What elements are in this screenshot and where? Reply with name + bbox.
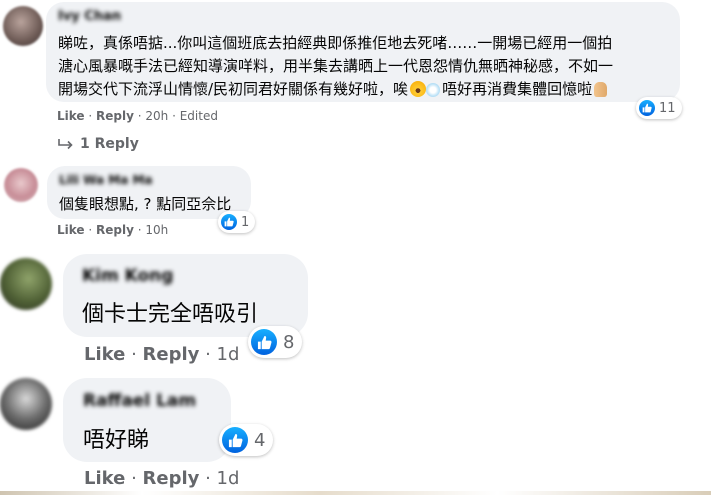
comment-text-segment: 開場交代下流浮山情懷/民初同君好關係有幾好啦，唉: [58, 80, 409, 98]
comment-text-line: 個卡士完全唔吸引: [82, 302, 259, 327]
like-thumb-icon: [222, 427, 248, 453]
view-replies-link[interactable]: 1 Reply: [58, 136, 139, 152]
reaction-number: 1: [241, 214, 250, 230]
comment-actions: Like · Reply · 1d: [84, 344, 240, 365]
timestamp[interactable]: 10h: [145, 223, 168, 237]
comment-bubble: Lili Wa Ma Ma 個隻眼想點, ? 點同亞佘比: [47, 166, 251, 219]
comment-author[interactable]: Ivy Chan: [58, 9, 121, 24]
avatar[interactable]: [0, 378, 52, 430]
comment-text-line: 個隻眼想點, ? 點同亞佘比: [59, 195, 232, 213]
avatar[interactable]: [3, 6, 43, 46]
like-link[interactable]: Like: [84, 344, 125, 365]
comment-text-line: 溏心風暴嘅手法已經知導演咩料，用半集去講晒上一代恩怨情仇無晒神秘感，不如一: [58, 57, 614, 75]
reply-link[interactable]: Reply: [96, 223, 134, 237]
comment-text-line: 唔好睇: [83, 428, 150, 453]
like-link[interactable]: Like: [57, 223, 85, 237]
timestamp[interactable]: 1d: [217, 344, 240, 365]
comment-actions: Like · Reply · 1d: [84, 468, 240, 489]
comment-text-segment: 唔好再消費集體回憶啦: [442, 80, 593, 98]
reaction-number: 8: [283, 331, 295, 353]
comment-bubble: Raffael Lam 唔好睇: [63, 378, 231, 462]
cropped-content-strip: [0, 491, 711, 495]
reaction-count[interactable]: 11: [636, 97, 682, 119]
timestamp[interactable]: 1d: [217, 468, 240, 489]
like-thumb-icon: [251, 329, 277, 355]
pray-emoji: [594, 82, 608, 97]
comment-text-line: 開場交代下流浮山情懷/民初同君好關係有幾好啦，唉 唔好再消費集體回憶啦: [58, 78, 608, 99]
like-link[interactable]: Like: [84, 468, 125, 489]
comment-bubble: Ivy Chan 睇咗，真係唔掂...你叫這個班底去拍經典即係推佢地去死啫……一…: [46, 2, 680, 102]
reaction-count[interactable]: 1: [218, 211, 256, 233]
reaction-number: 4: [254, 429, 266, 451]
comment-author[interactable]: Raffael Lam: [83, 391, 196, 411]
like-thumb-icon: [221, 214, 237, 230]
comment-text-line: 睇咗，真係唔掂...你叫這個班底去拍經典即係推佢地去死啫……一開場已經用一個拍: [58, 34, 613, 52]
like-thumb-icon: [639, 100, 655, 116]
avatar[interactable]: [0, 258, 52, 310]
reply-link[interactable]: Reply: [96, 109, 134, 123]
comment-actions: Like · Reply · 20h · Edited: [57, 109, 218, 123]
reaction-count[interactable]: 4: [219, 424, 274, 456]
comment-author[interactable]: Lili Wa Ma Ma: [59, 173, 153, 187]
edited-label: Edited: [179, 109, 218, 123]
dash-emoji: [426, 83, 441, 97]
reply-link[interactable]: Reply: [143, 468, 200, 489]
astonished-face-emoji: [410, 81, 427, 97]
reaction-count[interactable]: 8: [248, 326, 303, 358]
like-link[interactable]: Like: [57, 109, 85, 123]
comment-actions: Like · Reply · 10h: [57, 223, 169, 237]
comment-bubble: Kim Kong 個卡士完全唔吸引: [63, 254, 308, 337]
reply-link[interactable]: Reply: [143, 344, 200, 365]
timestamp[interactable]: 20h: [145, 109, 168, 123]
avatar[interactable]: [4, 168, 38, 202]
reaction-number: 11: [659, 100, 676, 116]
comment-author[interactable]: Kim Kong: [82, 266, 173, 286]
replies-count: 1 Reply: [80, 136, 139, 152]
reply-arrow-icon: [58, 139, 73, 150]
